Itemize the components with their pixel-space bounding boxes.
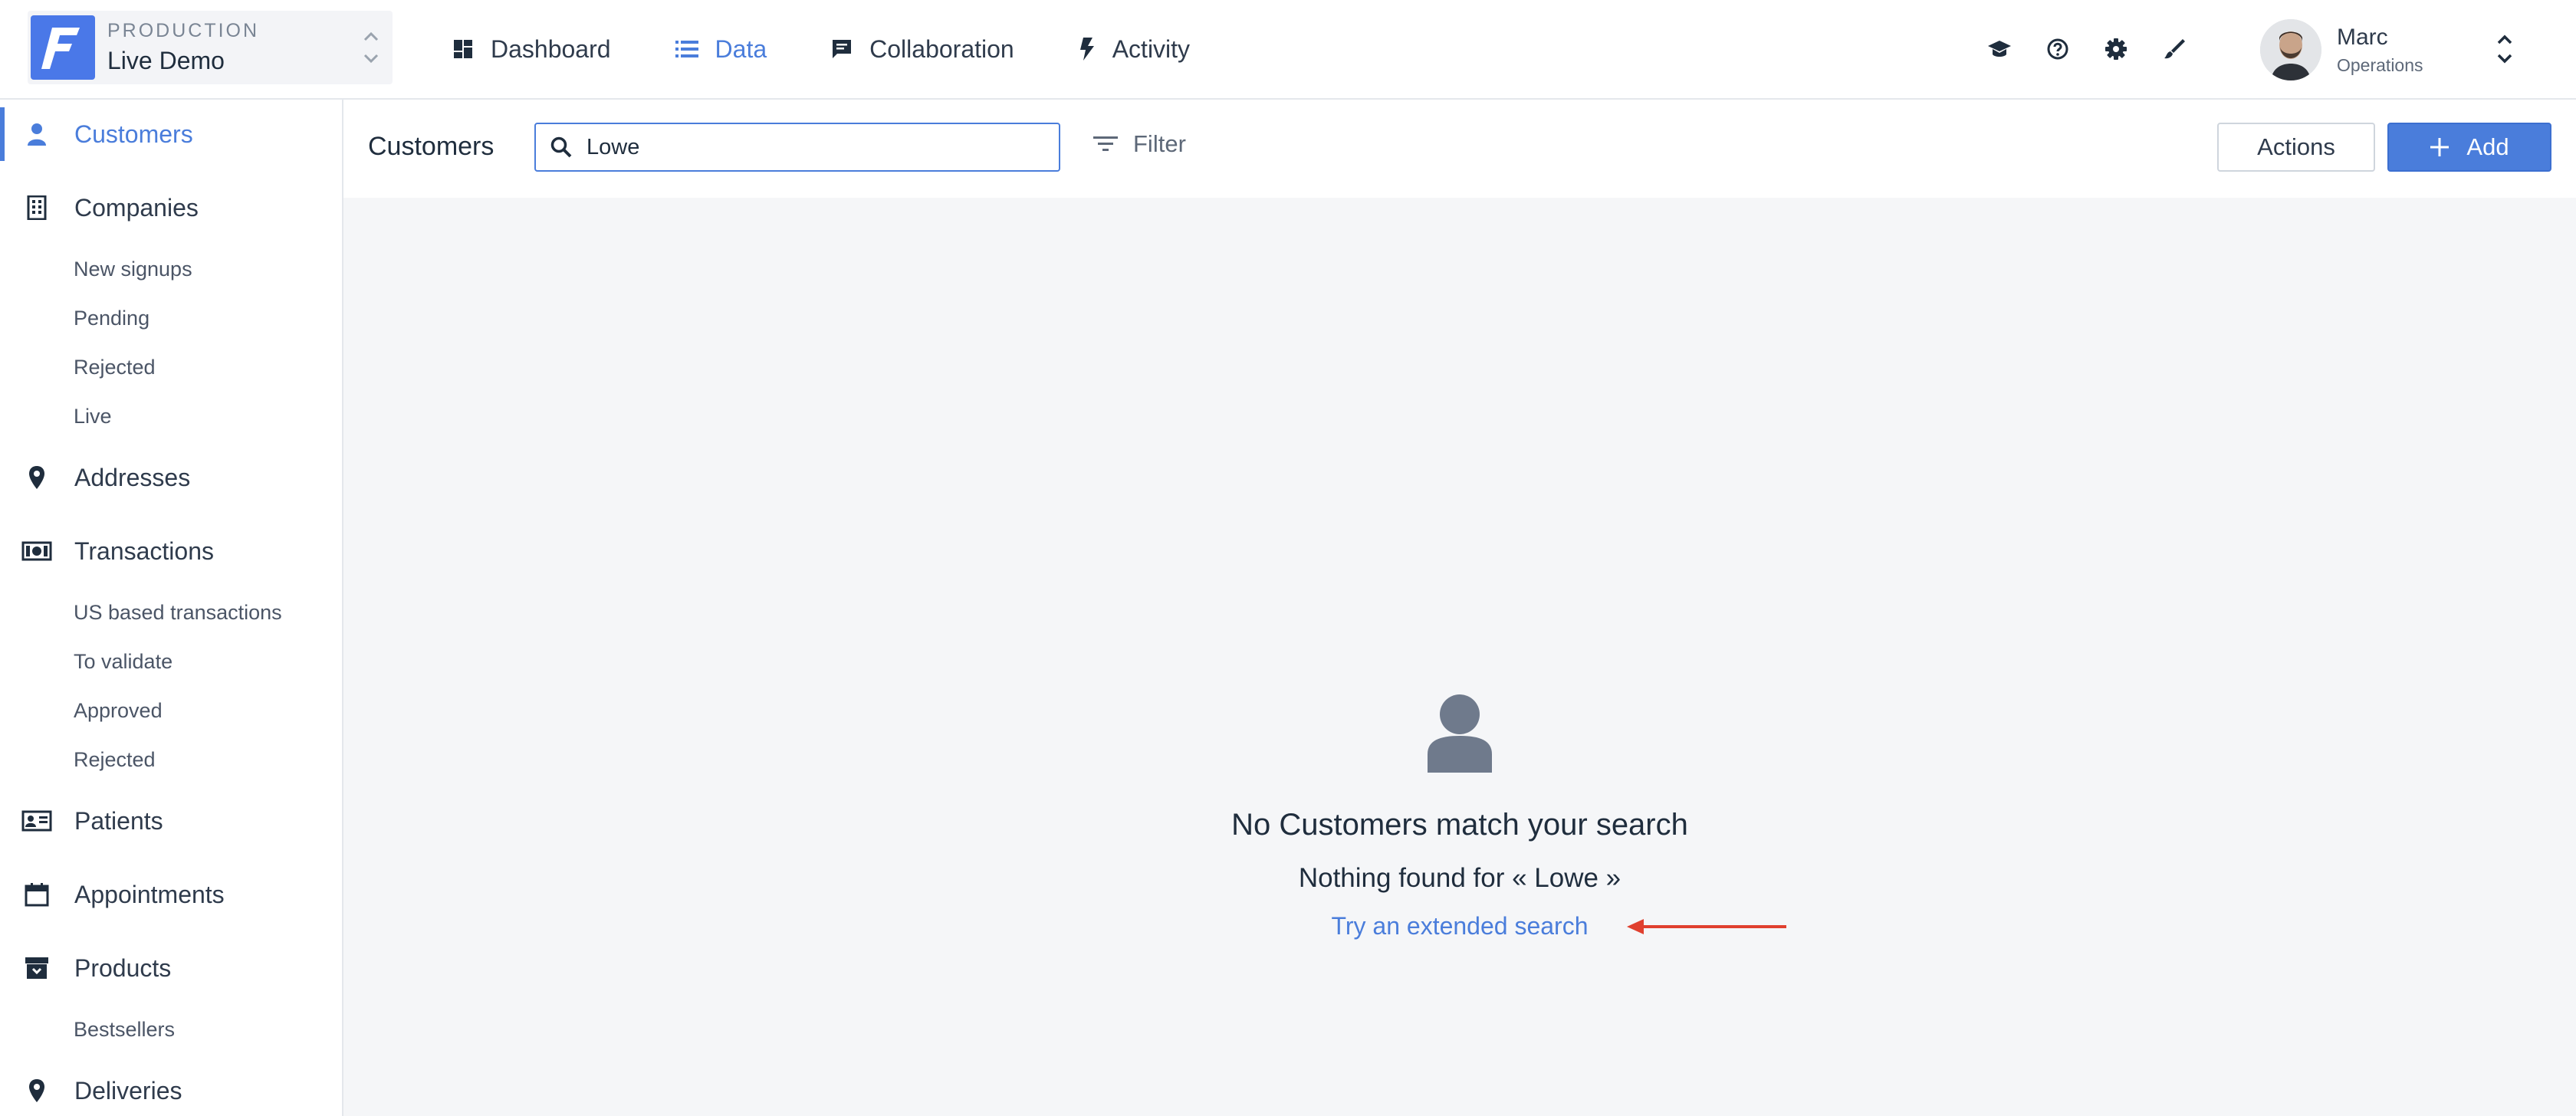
add-button[interactable]: Add — [2387, 123, 2551, 172]
bolt-icon — [1079, 38, 1094, 61]
filter-button[interactable]: Filter — [1093, 130, 1186, 158]
sidebar-item-companies[interactable]: Companies — [0, 181, 342, 235]
sidebar: Customers Companies New signups Pending … — [0, 100, 343, 1116]
nav-activity[interactable]: Activity — [1079, 35, 1190, 64]
avatar — [2260, 19, 2321, 80]
add-label: Add — [2466, 133, 2509, 160]
logo-letter-f — [41, 28, 80, 69]
collection-toolbar: Customers Filter Actions Add — [343, 100, 2576, 198]
search-input[interactable] — [586, 134, 1016, 160]
graduation-cap-icon — [1988, 41, 2011, 57]
customize-button[interactable] — [2159, 34, 2190, 64]
person-placeholder-icon — [1428, 694, 1492, 773]
extended-search-link[interactable]: Try an extended search — [1332, 912, 1589, 940]
banknote-icon — [21, 536, 52, 566]
sidebar-item-label: Patients — [74, 806, 163, 835]
project-switcher[interactable]: PRODUCTION Live Demo — [28, 11, 393, 84]
nav-data-label: Data — [715, 34, 767, 63]
segment-live[interactable]: Live — [74, 405, 112, 428]
id-card-icon — [21, 806, 52, 836]
settings-button[interactable] — [2101, 34, 2131, 64]
calendar-icon — [21, 879, 52, 910]
pin-icon — [21, 462, 52, 493]
segment-rejected-transactions[interactable]: Rejected — [74, 748, 156, 772]
sidebar-item-addresses[interactable]: Addresses — [0, 451, 342, 504]
annotation-arrow — [1627, 919, 1786, 934]
page-title: Customers — [368, 132, 495, 161]
nav-data[interactable]: Data — [675, 35, 767, 64]
brush-icon — [2164, 39, 2185, 59]
avatar-photo — [2260, 19, 2321, 80]
help-button[interactable] — [2042, 34, 2073, 64]
user-name: Marc — [2337, 24, 2388, 50]
archive-icon — [21, 953, 52, 983]
segment-pending[interactable]: Pending — [74, 307, 150, 330]
search-box[interactable] — [534, 123, 1060, 172]
gear-icon — [2105, 38, 2127, 60]
help-icon — [2047, 38, 2068, 60]
nav-dashboard[interactable]: Dashboard — [452, 35, 611, 64]
segment-new-signups[interactable]: New signups — [74, 258, 192, 281]
person-icon — [21, 119, 52, 149]
dashboard-icon — [454, 40, 472, 58]
segment-us-based-transactions[interactable]: US based transactions — [74, 601, 282, 625]
top-bar: PRODUCTION Live Demo Dashboard Data Coll… — [0, 0, 2576, 100]
segment-bestsellers[interactable]: Bestsellers — [74, 1018, 175, 1042]
sidebar-item-label: Deliveries — [74, 1076, 182, 1105]
filter-icon — [1093, 136, 1118, 151]
search-icon — [550, 136, 572, 158]
chevron-updown-icon — [2497, 34, 2512, 64]
pin-icon — [21, 1075, 52, 1106]
app-logo — [31, 15, 95, 80]
project-environment: PRODUCTION — [107, 20, 260, 41]
segment-approved[interactable]: Approved — [74, 699, 163, 723]
user-role: Operations — [2337, 54, 2423, 75]
sidebar-item-transactions[interactable]: Transactions — [0, 524, 342, 578]
sidebar-item-label: Products — [74, 954, 172, 982]
top-icon-group — [1984, 34, 2217, 64]
segment-to-validate[interactable]: To validate — [74, 650, 172, 674]
sidebar-item-deliveries[interactable]: Deliveries — [0, 1064, 342, 1116]
building-icon — [21, 192, 52, 223]
sidebar-item-label: Customers — [74, 120, 193, 148]
sidebar-item-patients[interactable]: Patients — [0, 794, 342, 848]
nav-collaboration-label: Collaboration — [869, 34, 1014, 63]
chat-icon — [833, 40, 852, 58]
empty-state-title: No Customers match your search — [1231, 808, 1688, 842]
nav-dashboard-label: Dashboard — [491, 34, 611, 63]
sidebar-item-label: Addresses — [74, 463, 191, 491]
user-menu[interactable]: Marc Operations — [2260, 18, 2521, 81]
academy-button[interactable] — [1984, 34, 2015, 64]
plus-icon — [2430, 138, 2450, 156]
project-name: Live Demo — [107, 47, 225, 74]
empty-state: No Customers match your search Nothing f… — [343, 198, 2576, 1116]
list-icon — [675, 41, 698, 57]
sidebar-item-customers[interactable]: Customers — [0, 107, 342, 161]
sidebar-item-label: Companies — [74, 193, 199, 222]
empty-state-subtitle: Nothing found for « Lowe » — [1298, 863, 1622, 893]
segment-rejected[interactable]: Rejected — [74, 356, 156, 379]
sidebar-item-label: Transactions — [74, 537, 214, 565]
sidebar-item-label: Appointments — [74, 880, 225, 908]
chevron-updown-icon — [363, 31, 379, 64]
top-navigation: Dashboard Data Collaboration Activity — [452, 0, 1254, 98]
sidebar-item-appointments[interactable]: Appointments — [0, 868, 342, 921]
nav-collaboration[interactable]: Collaboration — [831, 35, 1014, 64]
nav-activity-label: Activity — [1112, 34, 1191, 63]
sidebar-item-products[interactable]: Products — [0, 941, 342, 995]
actions-button[interactable]: Actions — [2217, 123, 2375, 172]
filter-label: Filter — [1133, 130, 1186, 157]
